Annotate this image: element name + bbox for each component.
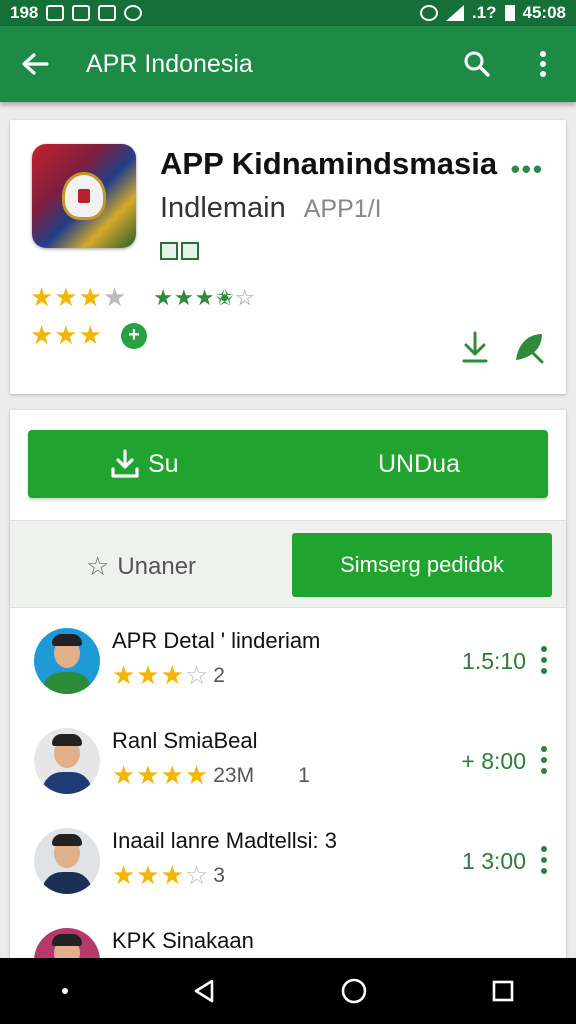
avatar-body (42, 872, 92, 894)
list-item-time: 1.5:10 (462, 648, 526, 674)
nav-dot-icon (61, 988, 68, 994)
status-clock: 45:08 (522, 3, 566, 22)
app-version: APP1/I (303, 195, 382, 223)
rating-stars-primary: ★★★★ (30, 282, 128, 312)
plus-badge-icon[interactable]: + (120, 322, 147, 349)
list-item-meta: ★★★★ 23M 1 (112, 760, 310, 791)
tab-simserg[interactable]: Simserg pedidok (292, 533, 552, 597)
list-item-title: KPK Sinakaan (112, 928, 254, 953)
list-item-extra: 1 (298, 763, 310, 787)
avatar-body (42, 772, 92, 794)
list-item-title: Inaail lanre Madtellsi: 3 (112, 828, 338, 853)
search-icon (464, 51, 490, 77)
more-vert-icon[interactable] (540, 646, 548, 674)
shield-icon (419, 5, 438, 21)
tab-unaner-label: Unaner (117, 552, 197, 580)
star-outline-icon: ☆ (86, 551, 110, 581)
avatar (34, 728, 100, 794)
status-time-left: 198 (10, 3, 39, 22)
overflow-menu-button[interactable] (510, 26, 576, 102)
list-item-time: 1 3:00 (462, 848, 526, 874)
list-item-time: + 8:00 (461, 748, 526, 774)
list-item-meta: ★★★☆ 2 (112, 660, 225, 691)
download-button-label: Su (148, 449, 179, 478)
system-nav-bar (0, 958, 576, 1024)
message-icon (98, 5, 117, 21)
nav-recents-icon[interactable] (491, 979, 515, 1003)
signal-text: .1? (471, 3, 497, 22)
tab-unaner[interactable]: ☆ Unaner (86, 551, 196, 582)
list-item-title: Ranl SmiaBeal (112, 728, 258, 753)
search-button[interactable] (444, 26, 510, 102)
rating-stars-secondary: ★★★✬☆ (153, 284, 256, 310)
avatar-hair (52, 934, 82, 946)
list-item-stars: ★★★☆ (112, 660, 210, 690)
avatar (34, 828, 100, 894)
app-title: APP Kidnamindsmasia (160, 146, 498, 181)
main-card: Su UNDua ☆ Unaner Simserg pedidok APR De… (10, 410, 566, 1024)
nav-home-icon[interactable] (340, 977, 368, 1005)
list-item[interactable]: Inaail lanre Madtellsi: 3 ★★★☆ 3 1 3:00 (10, 818, 566, 918)
avatar-hair (52, 834, 82, 846)
download-tray-icon (111, 449, 139, 478)
avatar-hair (52, 734, 82, 746)
page-title: APR Indonesia (86, 49, 253, 78)
tab-bar: ☆ Unaner Simserg pedidok (10, 520, 566, 608)
card-actions (460, 330, 546, 364)
arrow-left-icon (22, 53, 49, 75)
app-info-card: APP Kidnamindsmasia ••• Indlemain APP1/I … (10, 120, 566, 394)
content-rating-badge (160, 242, 199, 260)
list-item-count: 2 (213, 663, 225, 687)
more-vert-icon[interactable] (540, 746, 548, 774)
list-item-meta: ★★★☆ 3 (112, 860, 225, 891)
app-bar: APR Indonesia (0, 26, 576, 102)
app-more-button[interactable]: ••• (511, 154, 544, 185)
location-icon (124, 5, 143, 21)
badge-download-icon (181, 242, 199, 260)
wifi-icon (445, 5, 464, 21)
camera-icon (72, 5, 91, 21)
download-icon[interactable] (460, 330, 490, 364)
list-item-title: APR Detal ' linderiam (112, 628, 321, 653)
list-item-stars: ★★★★ (112, 760, 210, 790)
list-item[interactable]: Ranl SmiaBeal ★★★★ 23M 1 + 8:00 (10, 718, 566, 818)
download-button-right-label: UNDua (378, 449, 460, 478)
battery-icon (504, 5, 515, 21)
download-button-left: Su (28, 449, 298, 479)
edit-leaf-icon[interactable] (512, 330, 546, 364)
back-button[interactable] (0, 26, 70, 102)
list-item-count: 23M (213, 763, 255, 787)
avatar (34, 628, 100, 694)
garuda-emblem-icon (62, 172, 106, 220)
rating-stars-third: ★★★ (30, 320, 103, 350)
rating-row-2: ★★★ + (30, 320, 147, 351)
app-subtitle: Indlemain (160, 192, 286, 224)
list-item-count: 3 (213, 863, 225, 887)
app-developer: Indlemain APP1/I (160, 192, 382, 225)
avatar-body (42, 672, 92, 694)
rating-row: ★★★★ ★★★✬☆ (30, 282, 256, 313)
status-bar: 198 .1? 45:08 (0, 0, 576, 26)
nav-back-icon[interactable] (191, 978, 217, 1004)
list-item[interactable]: APR Detal ' linderiam ★★★☆ 2 1.5:10 (10, 618, 566, 718)
download-button[interactable]: Su UNDua (28, 430, 548, 498)
list-item-stars: ★★★☆ (112, 860, 210, 890)
avatar-hair (52, 634, 82, 646)
badge-icon (160, 242, 178, 260)
more-vert-icon[interactable] (540, 846, 548, 874)
app-logo (32, 144, 136, 248)
notification-icon (46, 5, 65, 21)
more-vert-icon (540, 51, 546, 77)
